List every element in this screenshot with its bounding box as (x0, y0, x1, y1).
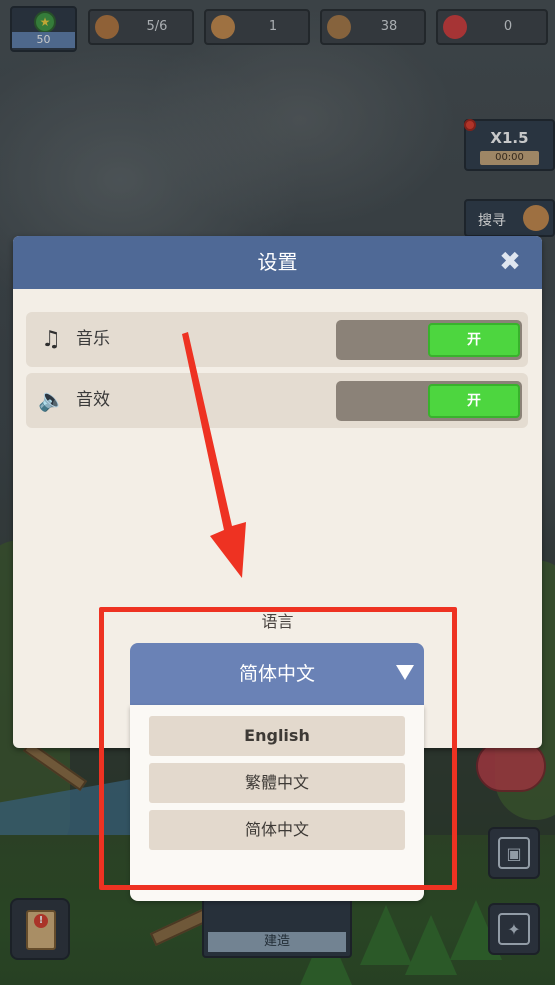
annotation-highlight-box (99, 607, 457, 890)
speaker-icon: 🔈 (38, 388, 66, 413)
sound-effect-label: 音效 (76, 390, 110, 410)
close-icon[interactable]: ✖ (496, 248, 524, 276)
sound-effect-setting-row: 🔈 音效 开 (26, 373, 528, 428)
music-toggle-on[interactable]: 开 (428, 323, 520, 357)
dialog-title: 设置 (257, 250, 298, 274)
sound-effect-toggle-on[interactable]: 开 (428, 384, 520, 418)
music-setting-row: ♫ 音乐 开 (26, 312, 528, 367)
annotation-arrow (182, 332, 246, 578)
music-toggle[interactable]: 开 (336, 320, 522, 360)
music-label: 音乐 (76, 329, 110, 349)
sound-effect-toggle[interactable]: 开 (336, 381, 522, 421)
music-note-icon: ♫ (41, 327, 61, 352)
dialog-header: 设置 ✖ (13, 236, 542, 289)
